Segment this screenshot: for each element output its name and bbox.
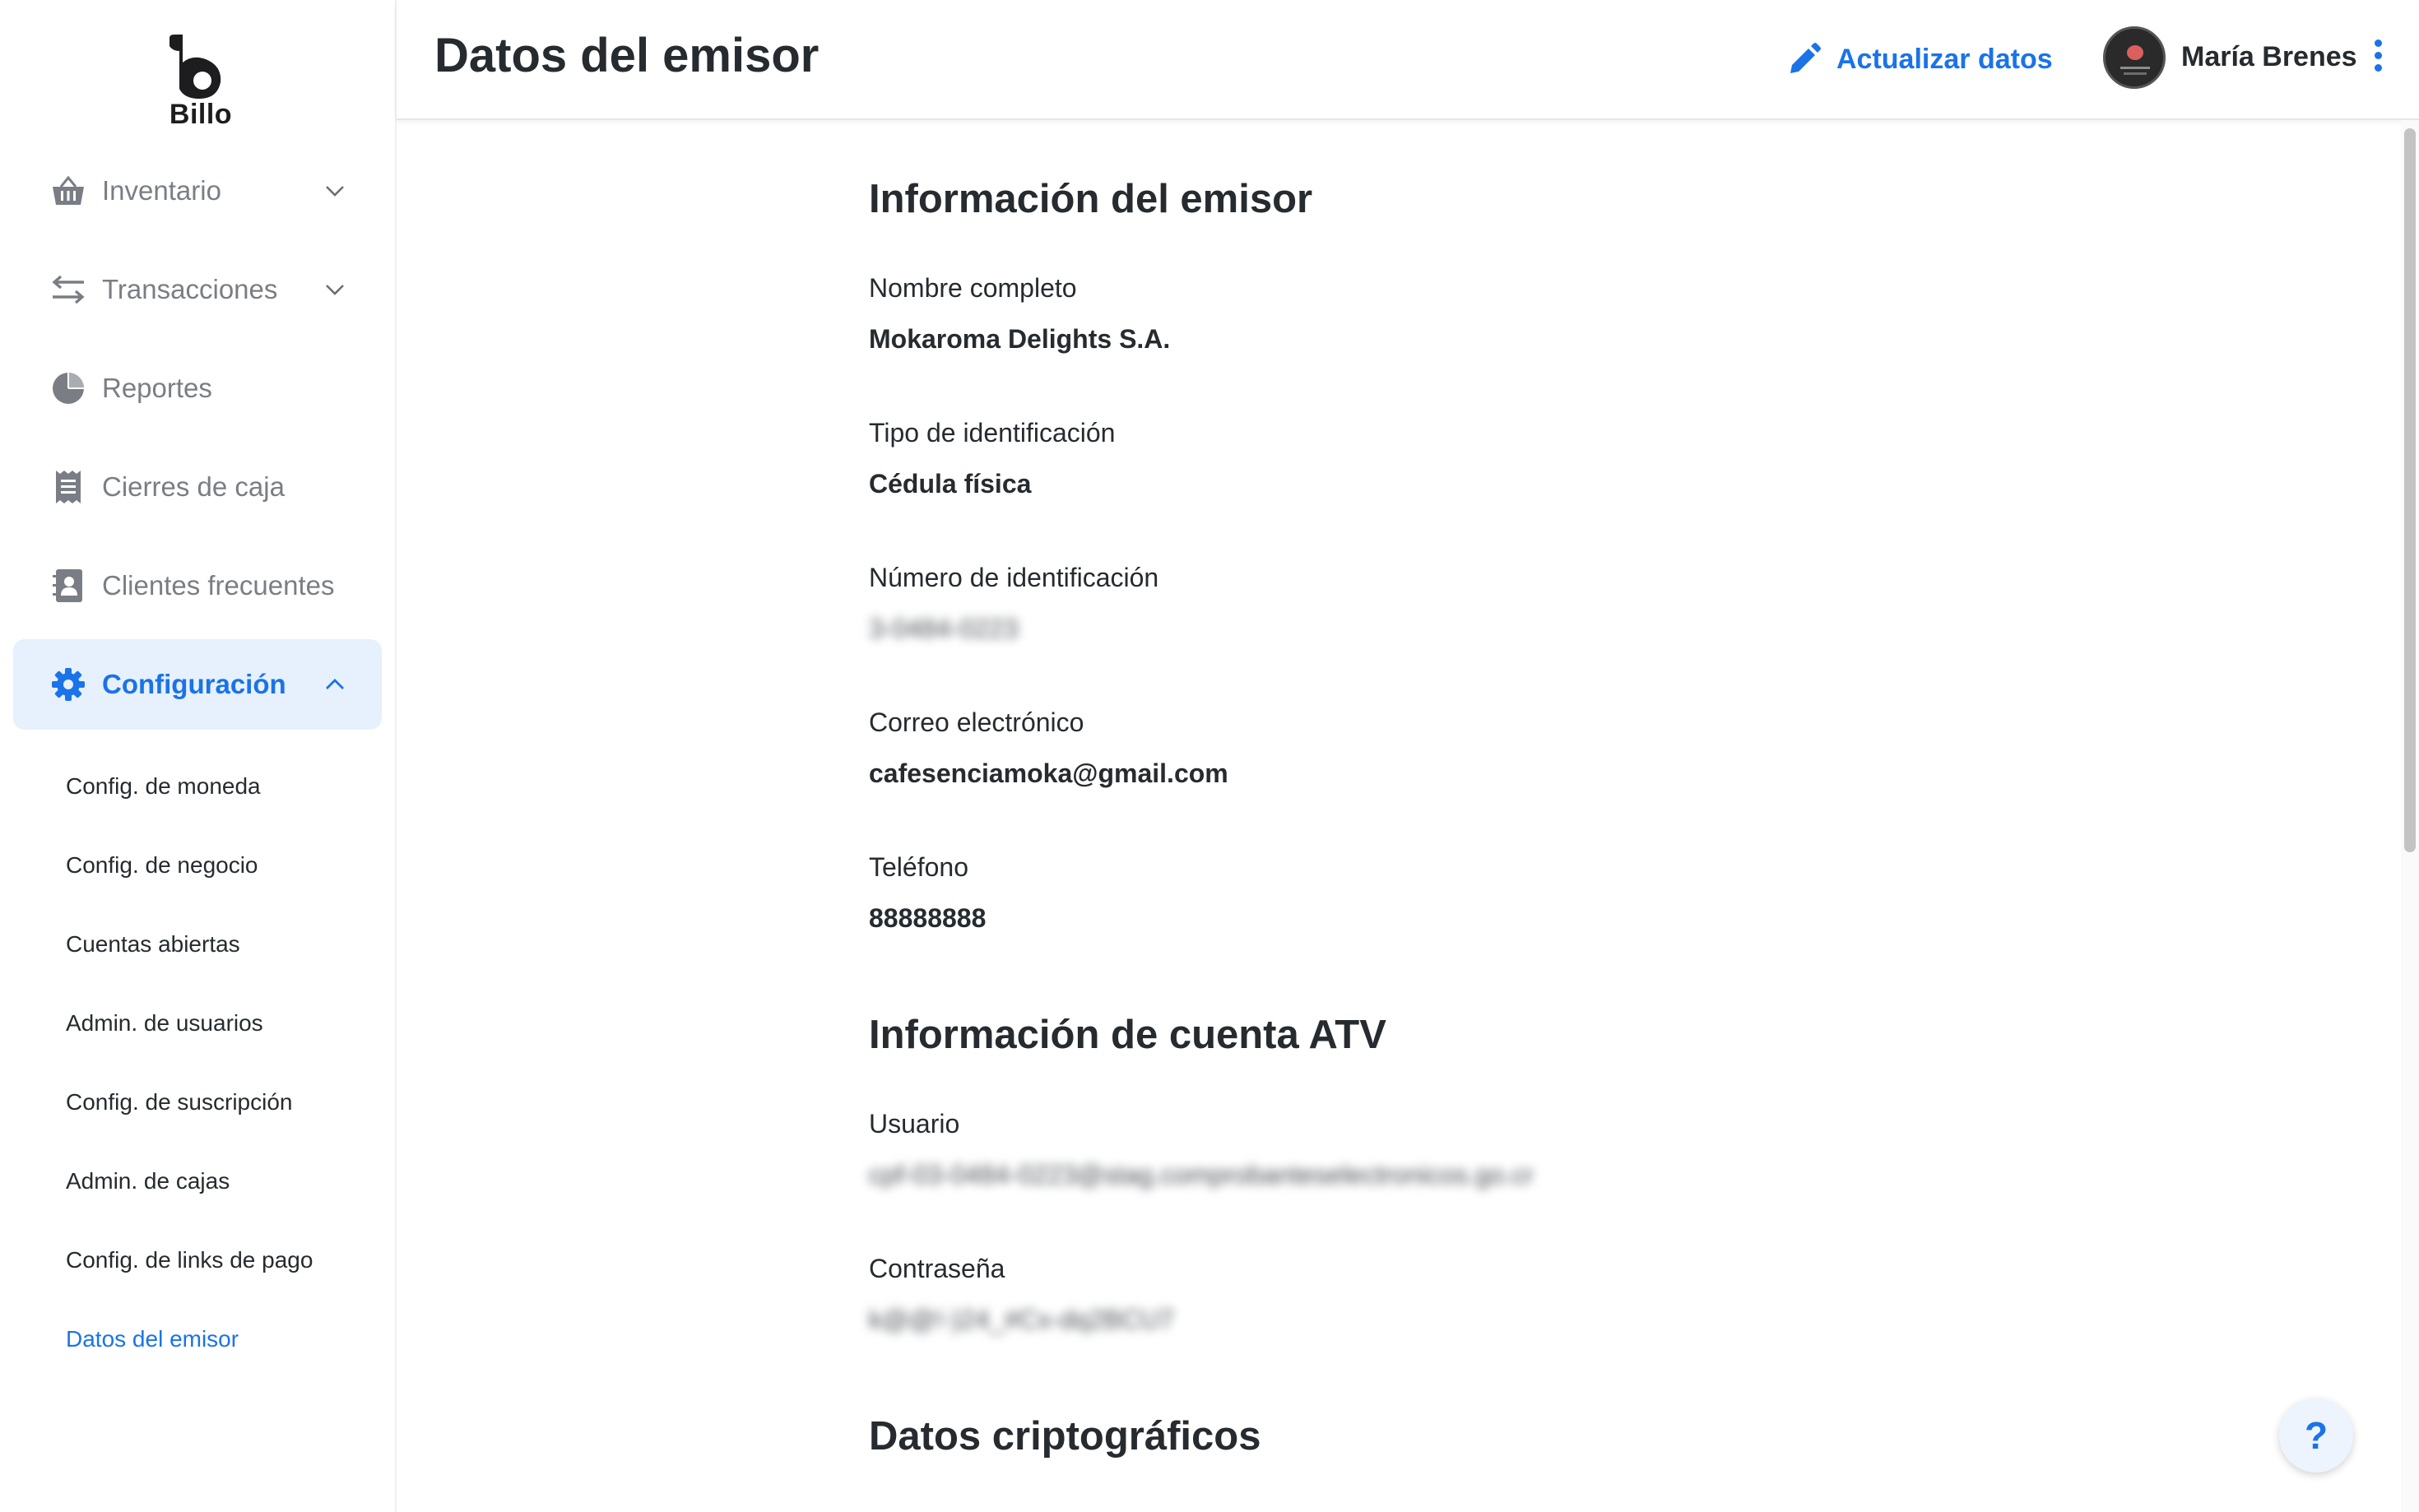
help-icon: ? [2304,1414,2328,1457]
field-value-telefono: 88888888 [869,903,987,933]
scrollbar-thumb[interactable] [2404,128,2416,852]
sidebar-item-configuracion[interactable]: Configuración [13,639,382,730]
page-title: Datos del emisor [434,29,819,82]
kebab-menu-icon[interactable] [2370,39,2386,79]
sidebar-item-label: Transacciones [102,274,278,304]
sidebar-item-label: Reportes [102,373,212,403]
chevron-down-icon [326,285,344,295]
main-content: Información del emisor Nombre completo M… [397,120,2404,1512]
receipt-icon [51,470,86,504]
field-label-telefono: Teléfono [869,852,968,882]
field-label-tipo-id: Tipo de identificación [869,418,1116,448]
field-label-correo: Correo electrónico [869,707,1084,737]
avatar[interactable] [2103,26,2166,89]
subnav-cuentas-abiertas[interactable]: Cuentas abiertas [66,930,240,959]
brand-name: Billo [169,99,233,130]
subnav-config-negocio[interactable]: Config. de negocio [66,851,258,880]
gear-icon [51,667,86,702]
sidebar-item-cierres-de-caja[interactable]: Cierres de caja [13,442,382,532]
field-value-numero-id: 3-0484-0223 [869,614,1019,643]
section-title-atv: Información de cuenta ATV [869,1013,1386,1057]
pencil-icon [1790,43,1821,73]
field-value-correo: cafesenciamoka@gmail.com [869,758,1228,788]
billo-logo[interactable]: Billo [161,35,240,132]
update-data-label: Actualizar datos [1836,43,2053,75]
subnav-config-links-pago[interactable]: Config. de links de pago [66,1245,313,1275]
update-data-button[interactable]: Actualizar datos [1787,36,2053,82]
pie-chart-icon [51,371,86,406]
user-name[interactable]: María Brenes [2181,41,2357,73]
subnav-admin-usuarios[interactable]: Admin. de usuarios [66,1009,263,1038]
field-label-nombre: Nombre completo [869,273,1077,303]
section-title-emisor: Información del emisor [869,177,1313,221]
sidebar-item-reportes[interactable]: Reportes [13,343,382,434]
field-label-numero-id: Número de identificación [869,563,1159,592]
contact-book-icon [51,568,86,603]
field-value-tipo-id: Cédula física [869,469,1032,499]
billo-logo-icon [169,35,221,99]
field-value-usuario: cpf-03-0484-0223@stag.comprobanteselectr… [869,1160,1535,1190]
field-label-contrasena: Contraseña [869,1254,1005,1283]
help-button[interactable]: ? [2279,1398,2353,1473]
sidebar: Billo Inventario Transacciones Reportes … [0,0,397,1512]
sidebar-item-label: Inventario [102,175,221,206]
top-header: Datos del emisor Actualizar datos María … [397,0,2419,120]
subnav-config-moneda[interactable]: Config. de moneda [66,772,261,801]
subnav-admin-cajas[interactable]: Admin. de cajas [66,1166,230,1196]
sidebar-item-transacciones[interactable]: Transacciones [13,244,382,335]
sidebar-item-label: Clientes frecuentes [102,570,335,601]
chevron-up-icon [326,679,344,689]
sidebar-item-inventario[interactable]: Inventario [13,146,382,236]
arrows-exchange-icon [51,272,86,307]
sidebar-item-label: Cierres de caja [102,471,285,502]
subnav-datos-emisor[interactable]: Datos del emisor [66,1324,239,1354]
subnav-config-suscripcion[interactable]: Config. de suscripción [66,1088,292,1117]
field-value-nombre: Mokaroma Delights S.A. [869,324,1171,354]
scrollbar[interactable] [2401,120,2419,1512]
basket-icon [51,174,86,208]
field-value-contrasena: k@@!-)24_#Cx-dq2BCU7 [869,1305,1174,1334]
sidebar-item-label: Configuración [102,669,286,699]
section-title-crypto: Datos criptográficos [869,1414,1261,1459]
sidebar-item-clientes-frecuentes[interactable]: Clientes frecuentes [13,540,382,631]
chevron-down-icon [326,186,344,197]
field-label-usuario: Usuario [869,1109,960,1139]
